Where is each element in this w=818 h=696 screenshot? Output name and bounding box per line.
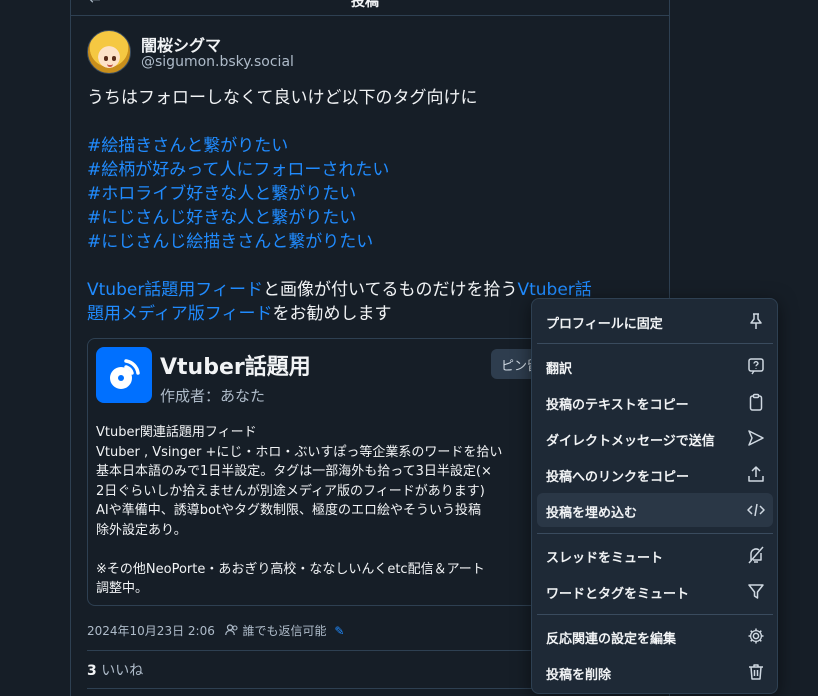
- menu-item-label: ダイレクトメッセージで送信: [546, 434, 715, 449]
- filter-icon: [748, 584, 764, 599]
- post-text-fragment: をお勧めします: [272, 304, 392, 324]
- menu-item-embed[interactable]: 投稿を埋め込む: [537, 493, 773, 527]
- back-arrow-icon[interactable]: ←: [89, 0, 101, 8]
- menu-item-label: 投稿を埋め込む: [546, 506, 638, 521]
- translate-icon: [748, 358, 764, 375]
- feed-link[interactable]: Vtuber話題用フィード: [87, 280, 263, 300]
- menu-item-label: プロフィールに固定: [546, 317, 663, 332]
- author-display-name[interactable]: 闇桜シグマ: [141, 32, 221, 56]
- menu-item-send-dm[interactable]: ダイレクトメッセージで送信: [537, 421, 773, 455]
- page-title: 投稿: [351, 0, 379, 10]
- post-text-fragment: と画像が付いてるものだけを拾う: [262, 280, 518, 300]
- hashtag-link[interactable]: #にじさんじ絵描きさんと繋がりたい: [87, 232, 373, 252]
- mute-icon: [748, 546, 764, 564]
- hashtag-link[interactable]: #にじさんじ好きな人と繋がりたい: [87, 208, 356, 228]
- menu-item-copy-link[interactable]: 投稿へのリンクをコピー: [537, 457, 773, 491]
- likes-count[interactable]: 3 いいね: [87, 660, 143, 680]
- post-body: うちはフォローしなくて良いけど以下のタグ向けに #絵描きさんと繋がりたい #絵柄…: [87, 86, 657, 326]
- hashtag-link[interactable]: #絵描きさんと繋がりたい: [87, 136, 288, 156]
- pin-icon: [750, 313, 762, 329]
- post-timestamp[interactable]: 2024年10月23日 2:06: [87, 624, 215, 638]
- trash-icon: [749, 664, 763, 680]
- hashtag-link[interactable]: #絵柄が好みって人にフォローされたい: [87, 160, 389, 180]
- avatar[interactable]: [87, 30, 131, 74]
- menu-divider: [537, 614, 773, 615]
- feed-author: 作成者：あなた: [160, 387, 266, 405]
- gear-icon: [748, 628, 764, 644]
- menu-item-label: 投稿へのリンクをコピー: [546, 470, 690, 485]
- reply-setting[interactable]: 誰でも返信可能: [243, 624, 327, 638]
- clipboard-icon: [749, 393, 763, 411]
- menu-item-mute-words[interactable]: ワードとタグをミュート: [537, 574, 773, 608]
- edit-pencil-icon[interactable]: ✎: [334, 624, 344, 638]
- post-intro: うちはフォローしなくて良いけど以下のタグ向けに: [87, 88, 478, 108]
- likes-label: いいね: [96, 663, 144, 679]
- menu-divider: [537, 343, 773, 344]
- menu-item-label: 投稿のテキストをコピー: [546, 398, 689, 413]
- post-options-menu: プロフィールに固定 翻訳 投稿のテキストをコピー ダイレクトメッセージで送信 投…: [531, 298, 778, 694]
- menu-item-translate[interactable]: 翻訳: [537, 349, 773, 383]
- media-feed-link[interactable]: 題用メディア版フィード: [87, 304, 272, 324]
- menu-item-interaction-settings[interactable]: 反応関連の設定を編集: [537, 619, 773, 653]
- menu-item-label: スレッドをミュート: [546, 551, 664, 566]
- code-icon: [747, 503, 765, 517]
- menu-item-copy-text[interactable]: 投稿のテキストをコピー: [537, 385, 773, 419]
- menu-item-label: 反応関連の設定を編集: [546, 632, 677, 647]
- people-icon: [224, 624, 243, 638]
- likes-number: 3: [87, 663, 97, 679]
- menu-item-label: 翻訳: [546, 362, 573, 377]
- author-handle[interactable]: @sigumon.bsky.social: [141, 54, 294, 70]
- menu-item-label: ワードとタグをミュート: [546, 587, 690, 602]
- menu-item-pin-to-profile[interactable]: プロフィールに固定: [537, 304, 773, 338]
- menu-item-label: 投稿を削除: [546, 668, 612, 683]
- satellite-dish-icon: [96, 347, 152, 403]
- post-meta: 2024年10月23日 2:06 誰でも返信可能 ✎: [87, 622, 344, 639]
- menu-item-delete-post[interactable]: 投稿を削除: [537, 655, 773, 689]
- hashtag-link[interactable]: #ホロライブ好きな人と繋がりたい: [87, 184, 356, 204]
- thread-header: ← 投稿: [71, 0, 669, 16]
- feed-title: Vtuber話題用: [160, 355, 311, 380]
- media-feed-link[interactable]: Vtuber話: [517, 280, 591, 300]
- menu-item-mute-thread[interactable]: スレッドをミュート: [537, 538, 773, 572]
- send-icon: [748, 430, 764, 446]
- share-icon: [748, 466, 764, 482]
- menu-divider: [537, 533, 773, 534]
